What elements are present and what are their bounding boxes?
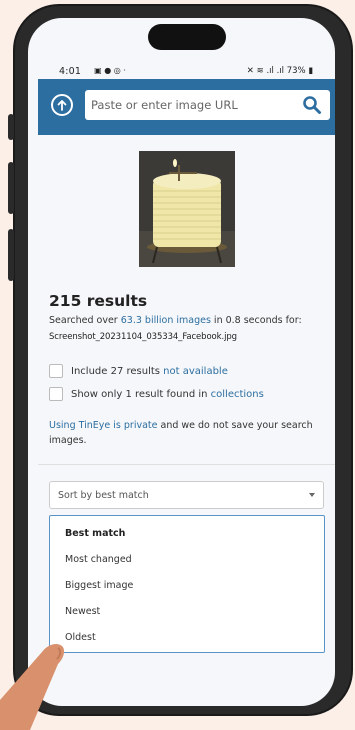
collections-only-option: Show only 1 result found in collections: [49, 387, 264, 401]
privacy-note: Using TinEye is private and we do not sa…: [49, 418, 319, 448]
phone-volume-button: [8, 229, 14, 281]
search-summary: Searched over 63.3 billion images in 0.8…: [49, 314, 329, 328]
query-image: [139, 151, 235, 267]
url-input[interactable]: [91, 96, 291, 114]
status-right: ✕ ≋ .ıl .ıl 73% ▮: [247, 66, 313, 76]
upload-button[interactable]: [51, 94, 73, 116]
status-time: 4:01: [59, 66, 82, 77]
section-divider: [38, 464, 335, 465]
sort-option-most-changed[interactable]: Most changed: [65, 554, 132, 565]
include-unavailable-option: Include 27 results not available: [49, 364, 228, 378]
search-summary-suffix: in 0.8 seconds for:: [210, 315, 302, 326]
privacy-link[interactable]: Using TinEye is private: [49, 420, 157, 431]
phone-side-button: [8, 114, 14, 140]
collections-link[interactable]: collections: [211, 389, 264, 400]
include-unavailable-label: Include 27 results: [71, 366, 164, 377]
battery-percent: 73%: [286, 66, 306, 76]
search-summary-prefix: Searched over: [49, 315, 121, 326]
results-count: 215 results: [49, 292, 148, 310]
candle-image: [139, 151, 235, 267]
chevron-down-icon: [309, 493, 315, 497]
sort-dropdown-menu: Best match Most changed Biggest image Ne…: [49, 515, 325, 653]
phone-volume-button: [8, 162, 14, 214]
sort-select[interactable]: Sort by best match: [49, 481, 324, 509]
url-search-box: [85, 90, 330, 120]
battery-icon: ▮: [308, 66, 313, 76]
camera-notch: [148, 24, 226, 50]
signal-icon: ✕ ≋ .ıl .ıl: [246, 66, 284, 76]
collections-only-label: Show only 1 result found in: [71, 389, 211, 400]
sort-option-best-match[interactable]: Best match: [65, 528, 125, 539]
include-unavailable-checkbox[interactable]: [49, 364, 63, 378]
search-icon[interactable]: [302, 95, 322, 115]
images-count-link[interactable]: 63.3 billion images: [121, 315, 211, 326]
query-filename: Screenshot_20231104_035334_Facebook.jpg: [49, 332, 237, 342]
status-notification-icons: ▣ ● ◎ ·: [84, 66, 126, 75]
sort-selected-value: Sort by best match: [58, 490, 149, 501]
not-available-link[interactable]: not available: [163, 366, 228, 377]
search-header: [38, 79, 335, 135]
pointing-finger: [0, 644, 65, 730]
sort-option-newest[interactable]: Newest: [65, 606, 100, 617]
upload-icon: [57, 100, 67, 111]
phone-screen: 4:01 ▣ ● ◎ · ✕ ≋ .ıl .ıl 73% ▮ Paste or …: [28, 18, 335, 706]
collections-only-checkbox[interactable]: [49, 387, 63, 401]
sort-option-biggest-image[interactable]: Biggest image: [65, 580, 133, 591]
